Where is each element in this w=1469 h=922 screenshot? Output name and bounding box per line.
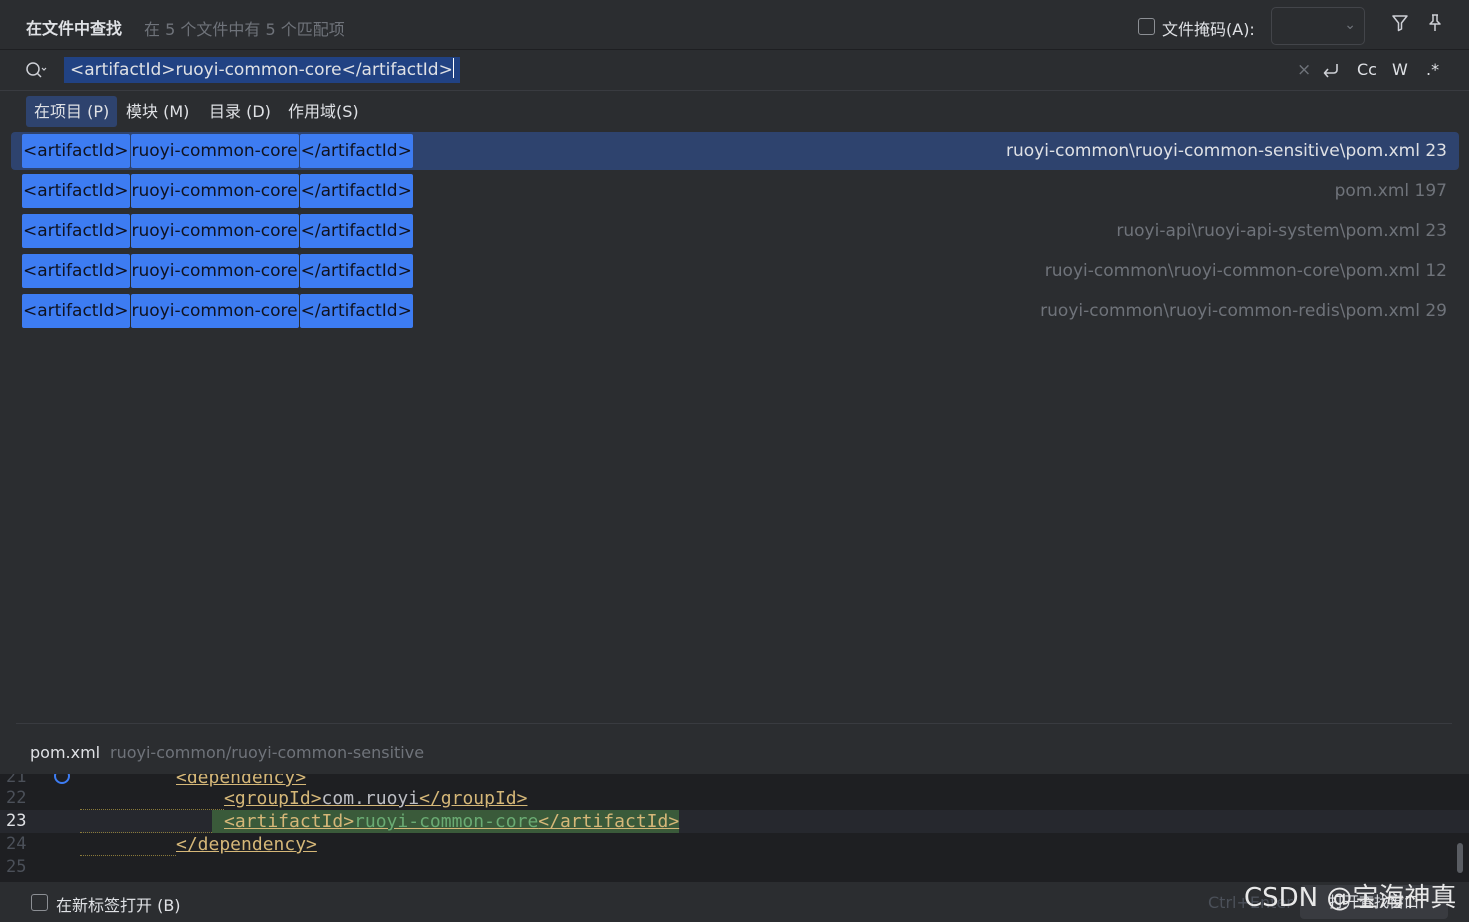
match-segment: ruoyi-common-core	[130, 214, 299, 248]
search-query: <artifactId>ruoyi-common-core</artifactI…	[70, 60, 453, 80]
match-segment: ruoyi-common-core	[130, 254, 299, 288]
result-row[interactable]: <artifactId> ruoyi-common-core </artifac…	[11, 172, 1459, 210]
code-tag: <dependency>	[176, 774, 307, 788]
match-segment: ruoyi-common-core	[130, 174, 299, 208]
match-text: <artifactId> ruoyi-common-core </artifac…	[22, 254, 414, 288]
search-icon[interactable]	[24, 60, 48, 80]
line-number: 23	[6, 811, 27, 831]
result-path: ruoyi-common\ruoyi-common-sensitive\pom.…	[1006, 141, 1447, 161]
whole-words-button[interactable]: W	[1392, 60, 1408, 79]
search-input[interactable]: <artifactId>ruoyi-common-core</artifactI…	[64, 57, 460, 83]
result-row[interactable]: <artifactId> ruoyi-common-core </artifac…	[11, 292, 1459, 330]
code-tag: </groupId>	[419, 788, 528, 809]
dialog-title: 在文件中查找	[26, 19, 123, 38]
match-summary: 在 5 个文件中有 5 个匹配项	[144, 20, 345, 39]
indent-guide	[80, 787, 224, 810]
code-line: 25	[0, 856, 1469, 879]
result-row[interactable]: <artifactId> ruoyi-common-core </artifac…	[11, 252, 1459, 290]
code-text: com.ruoyi	[321, 788, 420, 809]
open-in-new-tab-checkbox[interactable]	[31, 894, 48, 911]
clear-search-button[interactable]: ×	[1297, 60, 1311, 80]
result-path: ruoyi-common\ruoyi-common-core\pom.xml 1…	[1044, 261, 1447, 281]
match-segment: </artifactId>	[299, 294, 413, 328]
match-segment: </artifactId>	[299, 254, 413, 288]
tab-scope[interactable]: 作用域(S)	[280, 96, 367, 127]
chevron-down-icon: ⌄	[1344, 17, 1356, 33]
code-text: ruoyi-common-core	[354, 811, 539, 832]
filter-icon[interactable]	[1389, 12, 1411, 34]
regex-button[interactable]: .*	[1426, 60, 1439, 79]
result-row[interactable]: <artifactId> ruoyi-common-core </artifac…	[11, 212, 1459, 250]
file-mask-label: 文件掩码(A):	[1162, 20, 1255, 39]
match-text: <artifactId> ruoyi-common-core </artifac…	[22, 294, 414, 328]
tab-directory[interactable]: 目录 (D)	[201, 96, 279, 127]
match-segment: </artifactId>	[299, 134, 413, 168]
match-segment: <artifactId>	[22, 254, 130, 288]
match-segment: <artifactId>	[22, 134, 130, 168]
tab-module[interactable]: 模块 (M)	[118, 96, 197, 127]
result-path: ruoyi-api\ruoyi-api-system\pom.xml 23	[1116, 221, 1447, 241]
result-path: ruoyi-common\ruoyi-common-redis\pom.xml …	[1040, 301, 1447, 321]
watermark: CSDN @宝海神真	[1244, 883, 1457, 913]
preview-file-name: pom.xml	[30, 743, 101, 762]
match-segment: ruoyi-common-core	[130, 134, 299, 168]
match-segment: <artifactId>	[22, 174, 130, 208]
match-text: <artifactId> ruoyi-common-core </artifac…	[22, 134, 414, 168]
match-segment: ruoyi-common-core	[130, 294, 299, 328]
match-segment: </artifactId>	[299, 214, 413, 248]
line-number: 22	[6, 788, 27, 808]
code-line: 22 <groupId>com.ruoyi</groupId>	[0, 787, 1469, 810]
scope-tabs: 在项目 (P) 模块 (M) 目录 (D) 作用域(S)	[0, 91, 1469, 131]
match-text: <artifactId> ruoyi-common-core </artifac…	[22, 214, 414, 248]
result-path: pom.xml 197	[1334, 181, 1447, 201]
indent-guide	[80, 833, 176, 856]
code-tag: </artifactId>	[538, 811, 680, 832]
match-segment: <artifactId>	[22, 294, 130, 328]
code-line: 24 </dependency>	[0, 833, 1469, 856]
line-number: 25	[6, 857, 27, 877]
preview-scrollbar[interactable]	[1457, 843, 1463, 873]
match-case-button[interactable]: Cc	[1357, 60, 1377, 79]
pin-icon[interactable]	[1424, 12, 1446, 34]
tab-project[interactable]: 在项目 (P)	[26, 96, 118, 127]
preview-file-path: ruoyi-common/ruoyi-common-sensitive	[110, 743, 425, 762]
search-row: <artifactId>ruoyi-common-core</artifactI…	[0, 50, 1469, 91]
file-mask-dropdown[interactable]: ⌄	[1271, 7, 1365, 45]
code-line-current: 23 <artifactId>ruoyi-common-core</artifa…	[0, 810, 1469, 833]
result-row[interactable]: <artifactId> ruoyi-common-core </artifac…	[11, 132, 1459, 170]
line-number: 21	[6, 774, 27, 787]
file-mask-checkbox[interactable]	[1138, 18, 1155, 35]
match-segment: </artifactId>	[299, 174, 413, 208]
code-tag: <artifactId>	[224, 811, 355, 832]
dialog-header: 在文件中查找 在 5 个文件中有 5 个匹配项 文件掩码(A): ⌄	[0, 0, 1469, 50]
results-list: <artifactId> ruoyi-common-core </artifac…	[0, 131, 1469, 724]
code-tag: <groupId>	[224, 788, 322, 809]
match-segment: <artifactId>	[22, 214, 130, 248]
match-text: <artifactId> ruoyi-common-core </artifac…	[22, 174, 414, 208]
text-caret	[452, 58, 454, 78]
preview-header: pom.xml ruoyi-common/ruoyi-common-sensit…	[0, 724, 1469, 774]
newline-icon[interactable]	[1321, 60, 1341, 80]
code-preview[interactable]: 21 <dependency> 22 <groupId>com.ruoyi</g…	[0, 774, 1469, 881]
code-tag: </dependency>	[176, 834, 317, 855]
line-number: 24	[6, 834, 27, 854]
open-in-new-tab-label: 在新标签打开 (B)	[56, 896, 181, 915]
maven-dependency-icon[interactable]	[54, 774, 70, 784]
indent-guide	[80, 810, 212, 833]
